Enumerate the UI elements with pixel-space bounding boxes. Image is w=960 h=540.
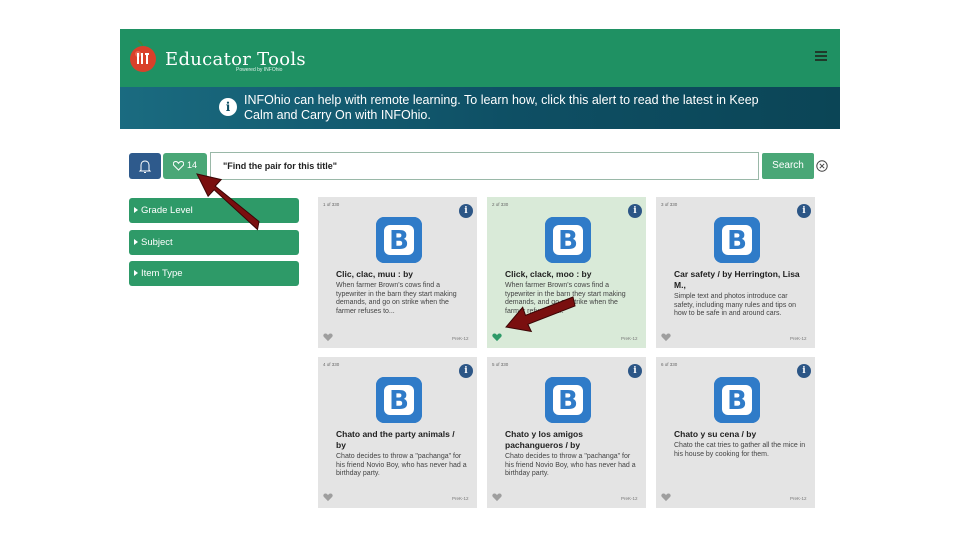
b-logo-icon[interactable]: B xyxy=(376,217,422,263)
heart-icon xyxy=(173,161,184,171)
filter-label: Subject xyxy=(141,237,173,248)
favorites-button[interactable]: 14 xyxy=(163,153,207,179)
search-button[interactable]: Search xyxy=(762,153,814,179)
search-input[interactable]: "Find the pair for this title" xyxy=(210,152,759,180)
close-circle-icon[interactable] xyxy=(816,160,828,172)
alert-text[interactable]: INFOhio can help with remote learning. T… xyxy=(244,93,764,123)
b-logo-icon[interactable]: B xyxy=(714,217,760,263)
heart-icon[interactable] xyxy=(492,493,502,502)
favorites-count: 14 xyxy=(187,160,198,170)
result-title[interactable]: Click, clack, moo : by xyxy=(505,269,635,280)
result-description: Chato decides to throw a "pachanga" for … xyxy=(505,453,636,478)
result-title[interactable]: Chato y su cena / by xyxy=(674,429,804,440)
filter-item-type[interactable]: Item Type xyxy=(129,261,299,286)
filter-label: Grade Level xyxy=(141,205,193,216)
grade-badge: PreK-12 xyxy=(790,496,807,501)
svg-text:B: B xyxy=(558,226,578,256)
result-title[interactable]: Chato y los amigos pachangueros / by xyxy=(505,429,635,451)
heart-icon[interactable] xyxy=(323,333,333,342)
screenshot-stage: Educator Tools Powered by INFOhio i INFO… xyxy=(0,0,960,540)
result-card[interactable]: 4 of 330 i B Chato and the party animals… xyxy=(318,357,477,508)
grade-badge: PreK-12 xyxy=(621,336,638,341)
heart-icon[interactable] xyxy=(661,493,671,502)
info-icon[interactable]: i xyxy=(459,364,473,378)
filter-label: Item Type xyxy=(141,268,183,279)
apple-logo-icon[interactable] xyxy=(128,40,158,73)
notifications-button[interactable] xyxy=(129,153,161,179)
info-icon: i xyxy=(219,98,237,116)
result-title[interactable]: Clic, clac, muu : by xyxy=(336,269,466,280)
result-position: 6 of 330 xyxy=(661,362,678,367)
info-icon[interactable]: i xyxy=(459,204,473,218)
result-position: 1 of 330 xyxy=(323,202,340,207)
grade-badge: PreK-12 xyxy=(790,336,807,341)
caret-right-icon xyxy=(134,239,138,245)
heart-icon[interactable] xyxy=(323,493,333,502)
result-card[interactable]: 2 of 330 i B Click, clack, moo : by When… xyxy=(487,197,646,348)
result-card[interactable]: 5 of 330 i B Chato y los amigos pachangu… xyxy=(487,357,646,508)
b-logo-icon[interactable]: B xyxy=(545,217,591,263)
menu-icon[interactable] xyxy=(815,51,827,61)
app-subtitle: Powered by INFOhio xyxy=(236,67,283,73)
bell-icon xyxy=(138,160,152,173)
result-position: 5 of 330 xyxy=(492,362,509,367)
result-description: When farmer Brown's cows find a typewrit… xyxy=(336,282,457,315)
filter-subject[interactable]: Subject xyxy=(129,230,299,255)
b-logo-icon[interactable]: B xyxy=(545,377,591,423)
result-title[interactable]: Car safety / by Herrington, Lisa M., xyxy=(674,269,804,291)
result-card[interactable]: 6 of 330 i B Chato y su cena / by Chato … xyxy=(656,357,815,508)
svg-text:B: B xyxy=(727,226,747,256)
heart-icon[interactable] xyxy=(661,333,671,342)
info-icon[interactable]: i xyxy=(797,204,811,218)
result-position: 2 of 330 xyxy=(492,202,509,207)
svg-text:B: B xyxy=(727,386,747,416)
heart-icon[interactable] xyxy=(492,333,502,342)
grade-badge: PreK-12 xyxy=(621,496,638,501)
caret-right-icon xyxy=(134,207,138,213)
result-description: When farmer Brown's cows find a typewrit… xyxy=(505,282,626,315)
result-card[interactable]: 3 of 330 i B Car safety / by Herrington,… xyxy=(656,197,815,348)
result-card[interactable]: 1 of 330 i B Clic, clac, muu : by When f… xyxy=(318,197,477,348)
b-logo-icon[interactable]: B xyxy=(376,377,422,423)
info-icon[interactable]: i xyxy=(628,364,642,378)
svg-text:B: B xyxy=(558,386,578,416)
result-description: Chato decides to throw a "pachanga" for … xyxy=(336,453,467,478)
grade-badge: PreK-12 xyxy=(452,496,469,501)
result-position: 4 of 330 xyxy=(323,362,340,367)
caret-right-icon xyxy=(134,270,138,276)
result-description: Simple text and photos introduce car saf… xyxy=(674,293,797,318)
result-description: Chato the cat tries to gather all the mi… xyxy=(674,442,806,458)
filter-grade-level[interactable]: Grade Level xyxy=(129,198,299,223)
alert-banner[interactable]: i INFOhio can help with remote learning.… xyxy=(120,87,840,129)
info-icon[interactable]: i xyxy=(628,204,642,218)
result-position: 3 of 330 xyxy=(661,202,678,207)
grade-badge: PreK-12 xyxy=(452,336,469,341)
svg-text:B: B xyxy=(389,226,409,256)
app-header: Educator Tools Powered by INFOhio xyxy=(120,29,840,87)
svg-text:B: B xyxy=(389,386,409,416)
info-icon[interactable]: i xyxy=(797,364,811,378)
result-title[interactable]: Chato and the party animals / by xyxy=(336,429,466,451)
b-logo-icon[interactable]: B xyxy=(714,377,760,423)
